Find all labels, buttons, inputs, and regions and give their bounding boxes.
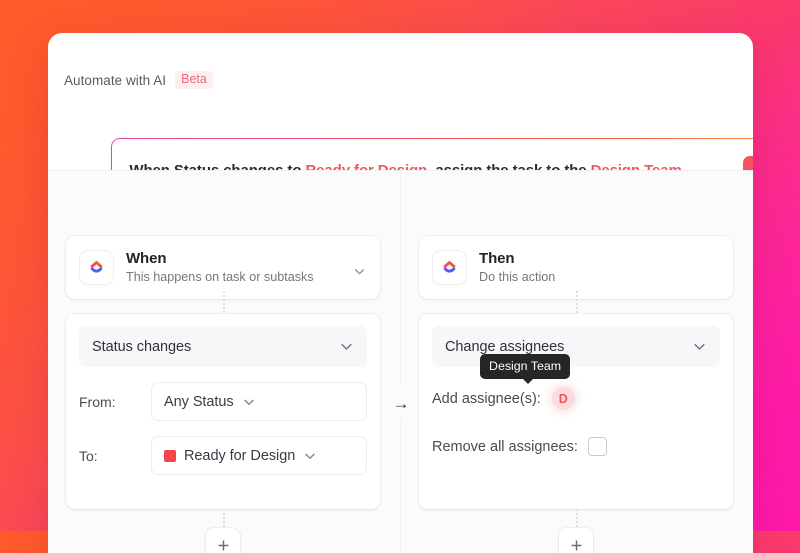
- trigger-from-label: From:: [79, 394, 151, 410]
- when-node-texts: When This happens on task or subtasks: [126, 249, 340, 286]
- trigger-from-value: Any Status: [164, 394, 234, 410]
- trigger-type-value: Status changes: [92, 339, 191, 355]
- when-trigger-card: Status changes From: Any Status To: Read…: [66, 314, 380, 509]
- trigger-to-row: To: Ready for Design: [79, 436, 367, 475]
- when-subtitle: This happens on task or subtasks: [126, 269, 340, 286]
- chevron-down-icon: [692, 339, 707, 354]
- remove-assignees-checkbox[interactable]: [588, 437, 607, 456]
- assignee-tooltip: Design Team: [480, 354, 570, 379]
- then-subtitle: Do this action: [479, 269, 719, 286]
- add-assignee-row: Add assignee(s): D Design Team: [432, 387, 720, 410]
- clickup-logo-tile: [80, 251, 113, 284]
- trigger-to-value: Ready for Design: [184, 448, 295, 464]
- add-action-button[interactable]: [559, 528, 593, 553]
- then-connector-top: [576, 291, 578, 313]
- then-action-card: Change assignees Add assignee(s): D Desi…: [419, 314, 733, 509]
- when-node-card[interactable]: When This happens on task or subtasks: [66, 236, 380, 299]
- clickup-logo-icon: [87, 258, 106, 277]
- automation-modal-window: Automate with AI Beta When Status change…: [48, 33, 753, 553]
- when-column: When This happens on task or subtasks St…: [48, 171, 400, 553]
- clickup-logo-icon: [440, 258, 459, 277]
- add-trigger-button[interactable]: [206, 528, 240, 553]
- then-title: Then: [479, 249, 719, 268]
- automation-builder: →: [48, 170, 753, 553]
- trigger-to-select[interactable]: Ready for Design: [151, 436, 367, 475]
- trigger-from-select[interactable]: Any Status: [151, 382, 367, 421]
- beta-badge: Beta: [175, 71, 213, 89]
- assignee-avatar[interactable]: D: [552, 387, 575, 410]
- chevron-down-icon: [303, 449, 317, 463]
- chevron-down-icon: [339, 339, 354, 354]
- then-node-card[interactable]: Then Do this action: [419, 236, 733, 299]
- page-title: Automate with AI: [64, 73, 166, 88]
- chevron-down-icon: [242, 395, 256, 409]
- clickup-logo-tile: [433, 251, 466, 284]
- trigger-type-select[interactable]: Status changes: [79, 326, 367, 367]
- chevron-down-icon: [353, 265, 366, 278]
- remove-assignees-row: Remove all assignees:: [432, 437, 720, 456]
- action-type-select[interactable]: Change assignees: [432, 326, 720, 367]
- when-title: When: [126, 249, 340, 268]
- trigger-from-row: From: Any Status: [79, 382, 367, 421]
- modal-header: Automate with AI Beta: [64, 71, 213, 89]
- trigger-to-label: To:: [79, 448, 151, 464]
- when-node-chevron[interactable]: [353, 252, 366, 283]
- flow-arrow-icon: →: [385, 387, 417, 419]
- then-column: Then Do this action Change assignees Add…: [401, 171, 753, 553]
- then-node-texts: Then Do this action: [479, 249, 719, 286]
- add-assignee-label: Add assignee(s):: [432, 391, 541, 407]
- status-color-swatch: [164, 450, 176, 462]
- remove-assignees-label: Remove all assignees:: [432, 439, 578, 455]
- when-connector-top: [223, 291, 225, 313]
- action-type-value: Change assignees: [445, 339, 564, 355]
- plus-icon: [569, 538, 584, 553]
- plus-icon: [216, 538, 231, 553]
